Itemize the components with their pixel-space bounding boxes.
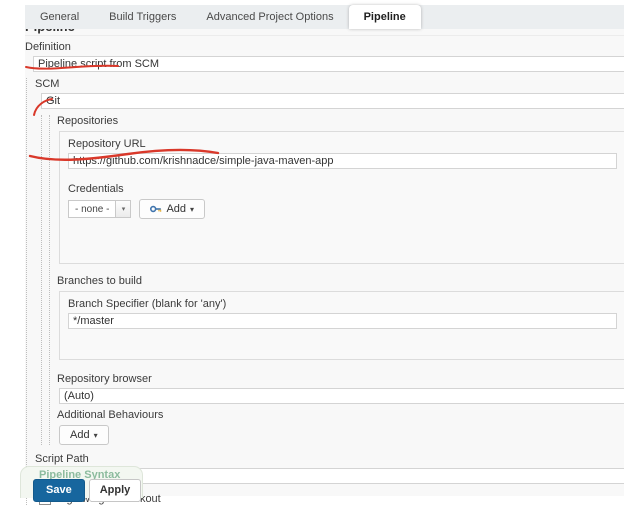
tab-advanced-project-options[interactable]: Advanced Project Options <box>191 5 348 29</box>
config-tabbar: General Build Triggers Advanced Project … <box>25 5 624 29</box>
repository-url-label: Repository URL <box>68 138 615 150</box>
definition-select[interactable]: Pipeline script from SCM <box>33 56 624 72</box>
scm-select[interactable]: Git <box>41 93 624 109</box>
branch-specifier-input[interactable] <box>68 313 617 329</box>
credentials-label: Credentials <box>68 183 615 195</box>
add-credentials-button[interactable]: Add ▾ <box>139 199 205 219</box>
repository-browser-value: (Auto) <box>64 390 94 402</box>
credentials-select-chevron-button[interactable]: ▾ <box>116 200 131 218</box>
branches-box-spacer <box>68 329 615 359</box>
floating-save-bar: Pipeline Syntax Save Apply <box>20 466 143 498</box>
definition-select-value: Pipeline script from SCM <box>38 58 159 70</box>
credentials-select[interactable]: - none - <box>68 200 116 218</box>
repository-browser-select[interactable]: (Auto) <box>59 388 624 404</box>
git-options-block: Repositories Repository URL Credentials … <box>49 115 624 445</box>
scm-definition-block: SCM Git Repositories Repository URL Cred… <box>26 78 624 505</box>
add-behaviour-button[interactable]: Add ▾ <box>59 425 109 445</box>
credentials-select-value: - none - <box>75 204 109 215</box>
key-icon <box>150 203 162 215</box>
repository-url-input[interactable] <box>68 153 617 169</box>
save-button[interactable]: Save <box>33 479 85 502</box>
pipeline-config-content: Pipeline Definition Pipeline script from… <box>25 29 624 505</box>
credentials-row: - none - ▾ <box>68 199 615 219</box>
repositories-label: Repositories <box>57 115 624 127</box>
repository-box-spacer <box>68 219 615 263</box>
caret-down-icon: ▾ <box>94 431 98 440</box>
branch-specifier-label: Branch Specifier (blank for 'any') <box>68 298 615 310</box>
repository-box: Repository URL Credentials - none - ▾ <box>59 131 624 264</box>
add-credentials-label: Add <box>166 203 186 215</box>
scm-select-value: Git <box>46 95 60 107</box>
apply-button[interactable]: Apply <box>89 479 142 502</box>
add-behaviour-label: Add <box>70 429 90 441</box>
tab-pipeline[interactable]: Pipeline <box>349 5 421 29</box>
save-apply-row: Save Apply <box>33 479 141 502</box>
tab-build-triggers[interactable]: Build Triggers <box>94 5 191 29</box>
section-heading-text: Pipeline <box>25 29 624 34</box>
section-heading-clipped: Pipeline <box>25 29 624 36</box>
scm-label: SCM <box>35 78 624 90</box>
tab-general[interactable]: General <box>25 5 94 29</box>
branches-box: Branch Specifier (blank for 'any') <box>59 291 624 360</box>
config-panel: General Build Triggers Advanced Project … <box>25 5 624 496</box>
repository-browser-label: Repository browser <box>57 373 624 385</box>
additional-behaviours-label: Additional Behaviours <box>57 409 624 421</box>
definition-label: Definition <box>25 41 624 53</box>
script-path-label: Script Path <box>35 453 624 465</box>
chevron-down-icon: ▾ <box>122 205 126 213</box>
branches-to-build-label: Branches to build <box>57 275 624 287</box>
git-scm-block: Repositories Repository URL Credentials … <box>41 115 624 445</box>
caret-down-icon: ▾ <box>190 205 194 214</box>
